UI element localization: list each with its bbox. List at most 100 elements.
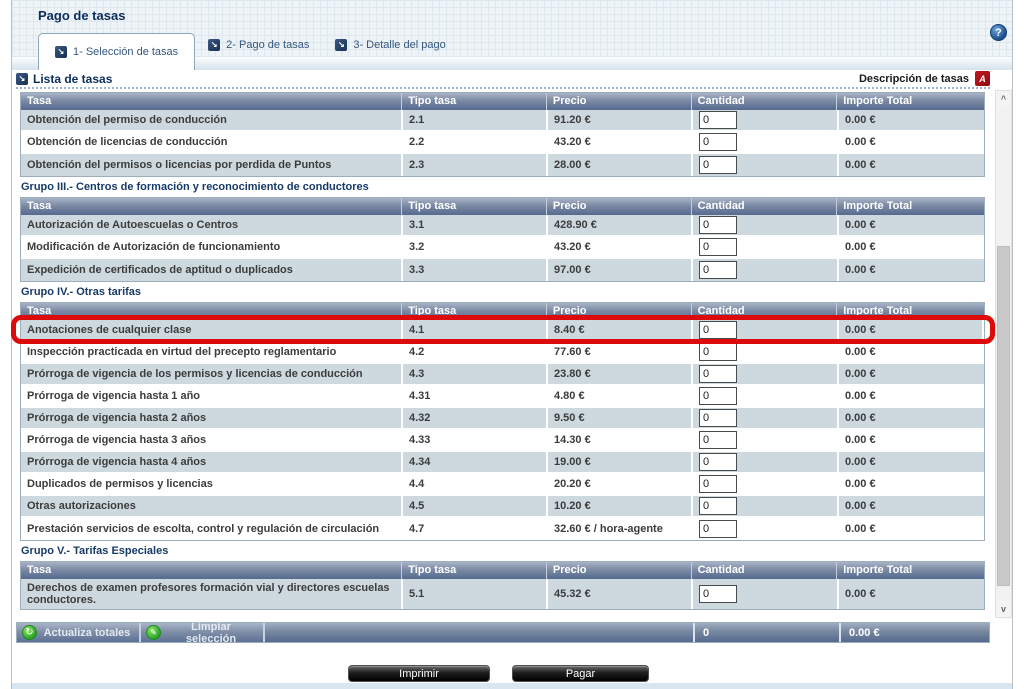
column-header: Tasa [21, 93, 402, 110]
tab-seleccion-de-tasas[interactable]: ↘ 1- Selección de tasas [38, 33, 195, 70]
fee-tables: TasaTipo tasaPrecioCantidadImporte Total… [20, 92, 985, 613]
section-arrow-icon: ↘ [16, 73, 28, 85]
cantidad-cell [693, 518, 839, 540]
tasa-cell: Inspección practicada en virtud del prec… [21, 342, 403, 362]
tasa-cell: Prestación servicios de escolta, control… [21, 518, 403, 540]
page: Pago de tasas ↘ 1- Selección de tasas ↘ … [0, 0, 1024, 689]
bottom-strip [12, 683, 1012, 689]
clean-icon: ✎ [146, 625, 161, 640]
precio-cell: 91.20 € [548, 110, 693, 130]
limpiar-seleccion-button[interactable]: ✎ Limpiar selección [141, 623, 265, 642]
cantidad-cell [693, 386, 839, 406]
tipo-tasa-cell: 4.3 [403, 364, 548, 384]
tab-arrow-icon: ↘ [335, 39, 347, 51]
cantidad-input[interactable] [699, 133, 737, 151]
cantidad-cell [693, 154, 839, 176]
tipo-tasa-cell: 4.2 [403, 342, 548, 362]
cantidad-input[interactable] [699, 156, 737, 174]
importe-total: 0.00 € [841, 623, 880, 642]
tasa-cell: Obtención del permiso de conducción [21, 110, 403, 130]
tasa-cell: Anotaciones de cualquier clase [21, 320, 403, 340]
importe-total-cell: 0.00 € [839, 237, 984, 257]
cantidad-input[interactable] [699, 261, 737, 279]
precio-cell: 14.30 € [548, 430, 693, 450]
tab-detalle-del-pago[interactable]: ↘ 3- Detalle del pago [322, 33, 458, 57]
importe-total-cell: 0.00 € [839, 364, 984, 384]
precio-cell: 19.00 € [548, 452, 693, 472]
cantidad-input[interactable] [699, 365, 737, 383]
cantidad-input[interactable] [699, 111, 737, 129]
cantidad-cell [693, 320, 839, 340]
cantidad-input[interactable] [699, 238, 737, 256]
scroll-up-arrow-icon[interactable]: ^ [996, 91, 1011, 107]
fee-row: Obtención del permiso de conducción2.191… [21, 110, 984, 132]
scrollbar[interactable]: ^ v [995, 90, 1012, 618]
cantidad-input[interactable] [699, 343, 737, 361]
cantidad-input[interactable] [699, 409, 737, 427]
tab-label: 1- Selección de tasas [73, 46, 178, 58]
column-header: Tipo tasa [402, 562, 547, 579]
fee-row: Inspección practicada en virtud del prec… [21, 342, 984, 364]
column-header: Tipo tasa [402, 303, 547, 320]
cantidad-input[interactable] [699, 321, 737, 339]
tasa-cell: Otras autorizaciones [21, 496, 403, 516]
cantidad-input[interactable] [699, 453, 737, 471]
cantidad-input[interactable] [699, 497, 737, 515]
tab-label: 2- Pago de tasas [226, 39, 309, 51]
description-de-tasas-link[interactable]: Descripción de tasas [859, 73, 969, 85]
tasa-cell: Prórroga de vigencia hasta 4 años [21, 452, 403, 472]
column-header: Importe Total [837, 562, 984, 579]
cantidad-cell [693, 215, 839, 235]
fee-row: Autorización de Autoescuelas o Centros3.… [21, 215, 984, 237]
cantidad-input[interactable] [699, 431, 737, 449]
fee-row: Derechos de examen profesores formación … [21, 579, 984, 609]
tipo-tasa-cell: 4.4 [403, 474, 548, 494]
tab-arrow-icon: ↘ [208, 39, 220, 51]
group-title: Grupo V.- Tarifas Especiales [21, 545, 985, 559]
column-header: Precio [547, 93, 692, 110]
help-icon[interactable]: ? [990, 24, 1007, 41]
fee-table: TasaTipo tasaPrecioCantidadImporte Total… [20, 92, 985, 177]
tab-pago-de-tasas[interactable]: ↘ 2- Pago de tasas [195, 33, 322, 57]
importe-total-cell: 0.00 € [839, 132, 984, 152]
cantidad-input[interactable] [699, 520, 737, 538]
fee-table: TasaTipo tasaPrecioCantidadImporte Total… [20, 197, 985, 282]
scroll-down-arrow-icon[interactable]: v [996, 601, 1011, 617]
button-label: Actualiza totales [43, 627, 139, 639]
column-header: Precio [547, 303, 692, 320]
totals-bar: ↻ Actualiza totales ✎ Limpiar selección … [16, 622, 990, 643]
actualiza-totales-button[interactable]: ↻ Actualiza totales [17, 623, 141, 642]
cantidad-input[interactable] [699, 585, 737, 603]
cantidad-cell [693, 496, 839, 516]
cantidad-input[interactable] [699, 216, 737, 234]
fee-table-header-row: TasaTipo tasaPrecioCantidadImporte Total [21, 93, 984, 110]
cantidad-input[interactable] [699, 387, 737, 405]
precio-cell: 28.00 € [548, 154, 693, 176]
importe-total-cell: 0.00 € [839, 518, 984, 540]
header-zone: Pago de tasas ↘ 1- Selección de tasas ↘ … [12, 0, 1012, 70]
tasa-cell: Expedición de certificados de aptitud o … [21, 259, 403, 281]
tipo-tasa-cell: 4.5 [403, 496, 548, 516]
imprimir-button[interactable]: Imprimir [348, 665, 490, 682]
pagar-button[interactable]: Pagar [512, 665, 649, 682]
tipo-tasa-cell: 4.32 [403, 408, 548, 428]
tipo-tasa-cell: 3.3 [403, 259, 548, 281]
precio-cell: 428.90 € [548, 215, 693, 235]
precio-cell: 9.50 € [548, 408, 693, 428]
column-header: Tipo tasa [402, 93, 547, 110]
importe-total-cell: 0.00 € [839, 154, 984, 176]
fee-row: Prórroga de vigencia hasta 3 años4.3314.… [21, 430, 984, 452]
precio-cell: 4.80 € [548, 386, 693, 406]
importe-total-cell: 0.00 € [839, 430, 984, 450]
cantidad-cell [693, 110, 839, 130]
pdf-icon[interactable]: A [975, 71, 990, 86]
cantidad-cell [693, 364, 839, 384]
precio-cell: 77.60 € [548, 342, 693, 362]
column-header: Tasa [21, 303, 402, 320]
fee-row: Prórroga de vigencia hasta 2 años4.329.5… [21, 408, 984, 430]
tab-label: 3- Detalle del pago [353, 39, 445, 51]
tipo-tasa-cell: 4.33 [403, 430, 548, 450]
fee-table-header-row: TasaTipo tasaPrecioCantidadImporte Total [21, 198, 984, 215]
scrollbar-thumb[interactable] [997, 246, 1010, 586]
cantidad-input[interactable] [699, 475, 737, 493]
